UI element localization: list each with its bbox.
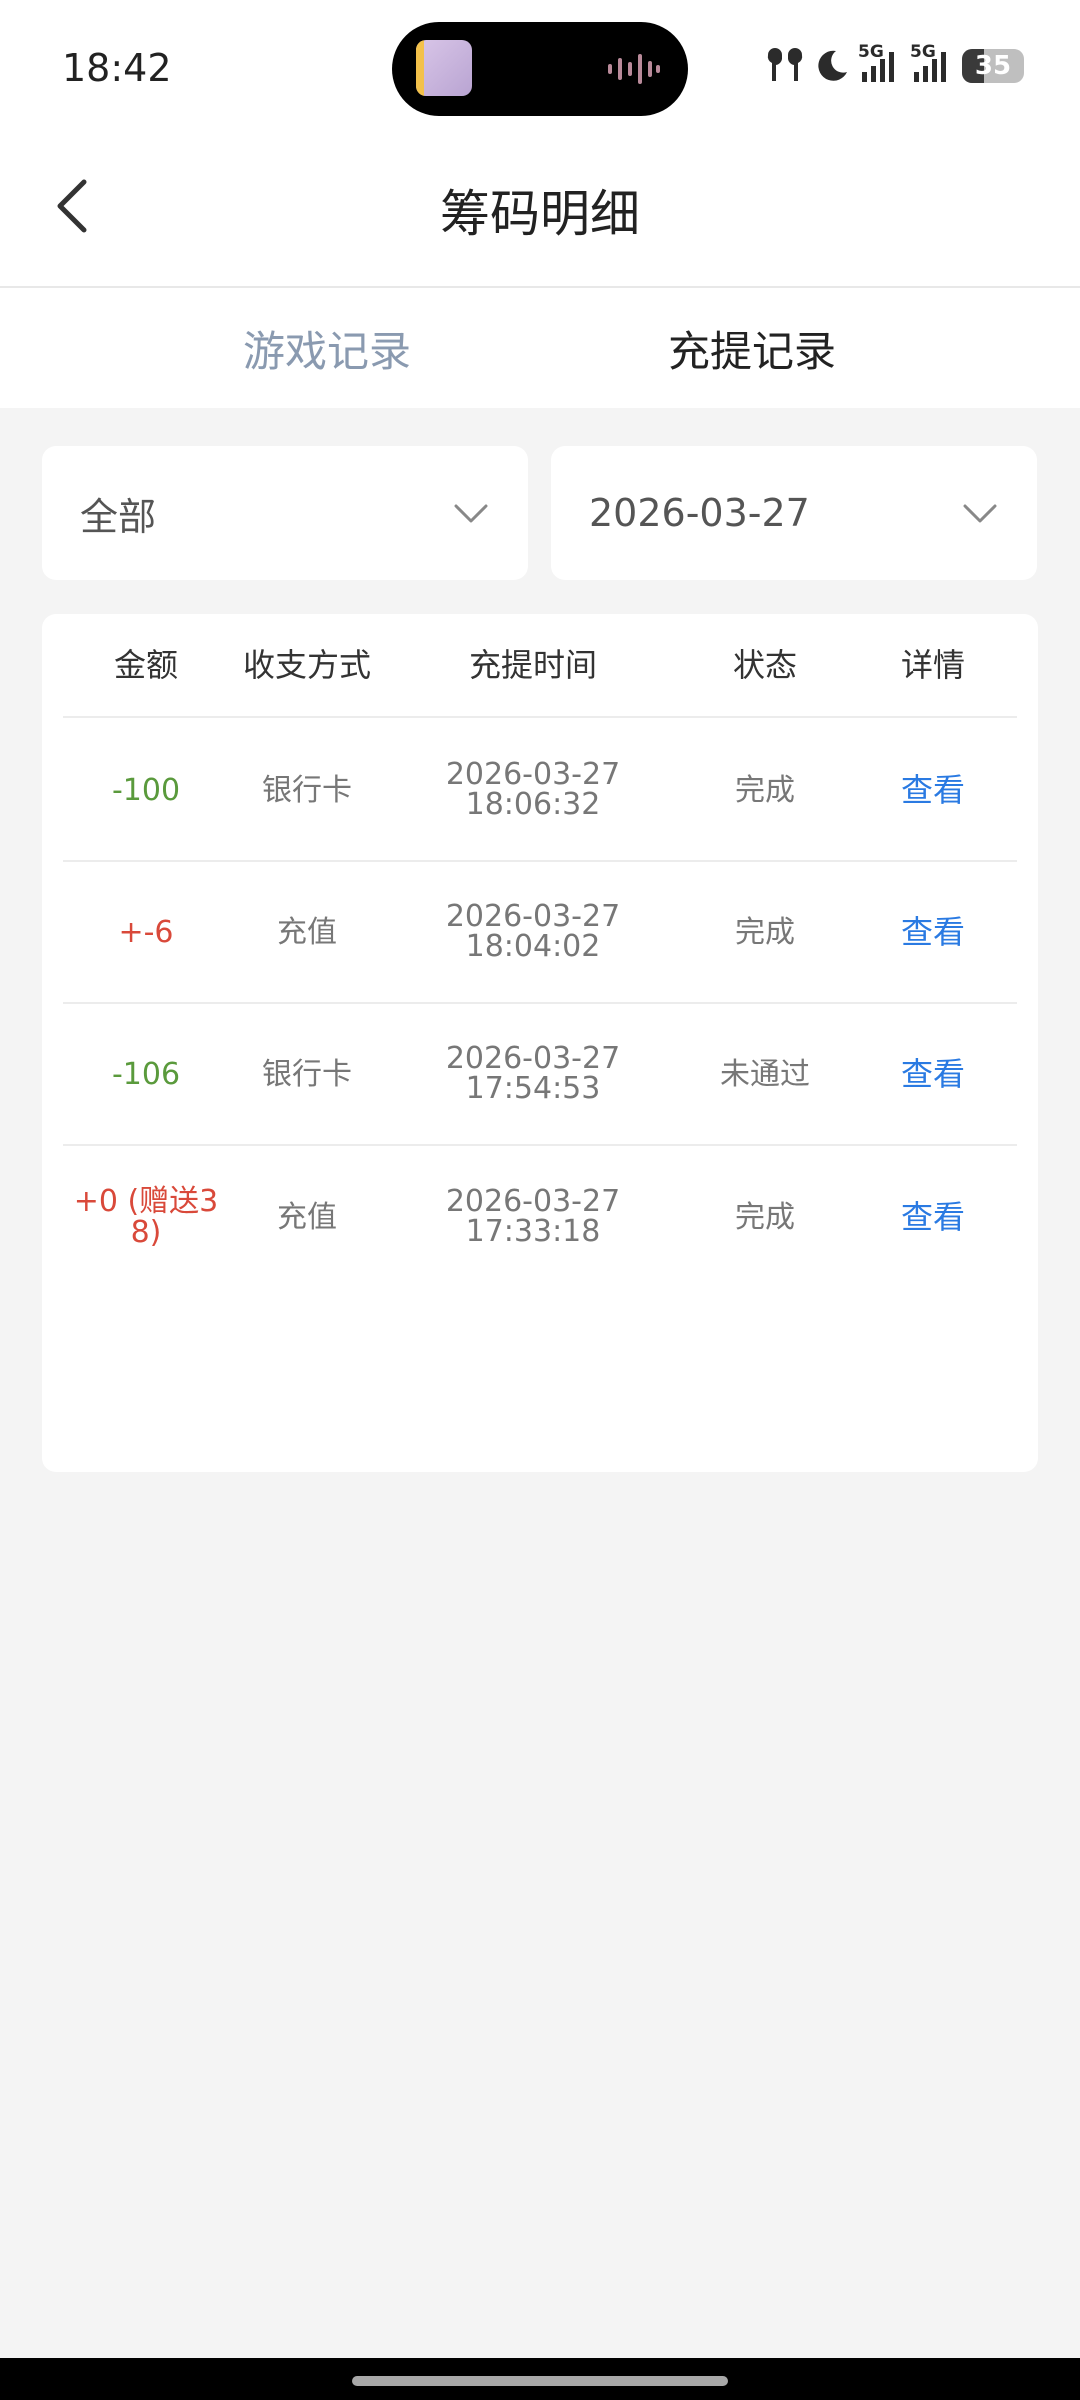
amount-cell: +-6: [63, 862, 229, 1002]
date-filter-value: 2026-03-27: [589, 491, 810, 535]
header-time: 充提时间: [468, 645, 597, 684]
table-row: -100 银行卡 2026-03-27 18:06:32 完成 查看: [63, 720, 1017, 862]
time-cell: 2026-03-27 18:04:02: [385, 862, 681, 1002]
amount-text: +0 (赠送3: [73, 1184, 219, 1219]
amount-cell: +0 (赠送3 8): [63, 1146, 229, 1288]
status-icons: 5G 5G 35: [764, 42, 1024, 88]
view-detail-link[interactable]: 查看: [849, 720, 1017, 860]
chevron-down-icon: [454, 504, 488, 523]
status-bar: 18:42 5G 5G 35: [0, 0, 1080, 134]
record-date: 2026-03-27: [445, 1041, 621, 1076]
table-header: 金额 收支方式 充提时间 状态 详情: [63, 614, 1017, 718]
header-detail: 详情: [900, 645, 965, 684]
header-method: 收支方式: [242, 645, 371, 684]
view-detail-link[interactable]: 查看: [849, 1146, 1017, 1288]
amount-text: -106: [111, 1056, 181, 1092]
method-cell: 银行卡: [262, 1056, 352, 1092]
time-cell: 2026-03-27 18:06:32: [385, 720, 681, 860]
date-filter-select[interactable]: 2026-03-27: [551, 446, 1037, 580]
chevron-left-icon: [57, 179, 87, 233]
back-button[interactable]: [40, 164, 104, 248]
table-row: +0 (赠送3 8) 充值 2026-03-27 17:33:18 完成 查看: [63, 1146, 1017, 1288]
header-amount: 金额: [113, 645, 178, 684]
amount-text: -100: [111, 772, 181, 808]
records-table: 金额 收支方式 充提时间 状态 详情 -100 银行卡 2026-03-27 18…: [42, 614, 1038, 1472]
record-date: 2026-03-27: [445, 757, 621, 792]
status-time: 18:42: [62, 46, 172, 90]
method-cell: 银行卡: [262, 772, 352, 808]
home-indicator[interactable]: [352, 2376, 728, 2386]
table-row: +-6 充值 2026-03-27 18:04:02 完成 查看: [63, 862, 1017, 1004]
chevron-down-icon: [963, 504, 997, 523]
audio-wave-icon: [608, 54, 660, 84]
type-filter-select[interactable]: 全部: [42, 446, 528, 580]
method-cell: 充值: [277, 1199, 337, 1235]
record-time: 17:33:18: [465, 1214, 601, 1249]
method-cell: 充值: [277, 914, 337, 950]
record-time: 18:06:32: [465, 787, 601, 822]
record-date: 2026-03-27: [445, 899, 621, 934]
media-thumbnail-icon: [416, 40, 472, 96]
battery-level: 35: [974, 51, 1012, 81]
status-cell: 完成: [735, 914, 795, 950]
amount-text: +-6: [118, 914, 174, 950]
tab-bar: 游戏记录 充提记录: [0, 288, 1080, 408]
record-time: 17:54:53: [465, 1071, 601, 1106]
earbuds-icon: [767, 48, 803, 81]
signal-5g-icon: 5G: [910, 42, 954, 86]
view-detail-link[interactable]: 查看: [849, 1004, 1017, 1144]
signal-5g-icon: 5G: [858, 42, 902, 86]
battery-icon: 35: [962, 49, 1024, 83]
status-cell: 完成: [735, 772, 795, 808]
gesture-bar: [0, 2358, 1080, 2400]
header: 筹码明细: [0, 134, 1080, 288]
view-detail-link[interactable]: 查看: [849, 862, 1017, 1002]
tab-deposit-withdraw-records[interactable]: 充提记录: [602, 288, 902, 408]
time-cell: 2026-03-27 17:54:53: [385, 1004, 681, 1144]
header-status: 状态: [732, 645, 797, 684]
type-filter-value: 全部: [80, 494, 157, 539]
dynamic-island[interactable]: [392, 22, 688, 116]
status-cell: 完成: [735, 1199, 795, 1235]
record-date: 2026-03-27: [445, 1184, 621, 1219]
amount-cell: -100: [63, 720, 229, 860]
status-cell: 未通过: [720, 1056, 810, 1092]
moon-icon: [818, 50, 847, 81]
amount-text-cont: 8): [130, 1215, 162, 1250]
table-row: -106 银行卡 2026-03-27 17:54:53 未通过 查看: [63, 1004, 1017, 1146]
page-title: 筹码明细: [440, 185, 640, 243]
time-cell: 2026-03-27 17:33:18: [385, 1146, 681, 1288]
record-time: 18:04:02: [465, 929, 601, 964]
tab-game-records[interactable]: 游戏记录: [177, 288, 477, 408]
amount-cell: -106: [63, 1004, 229, 1144]
